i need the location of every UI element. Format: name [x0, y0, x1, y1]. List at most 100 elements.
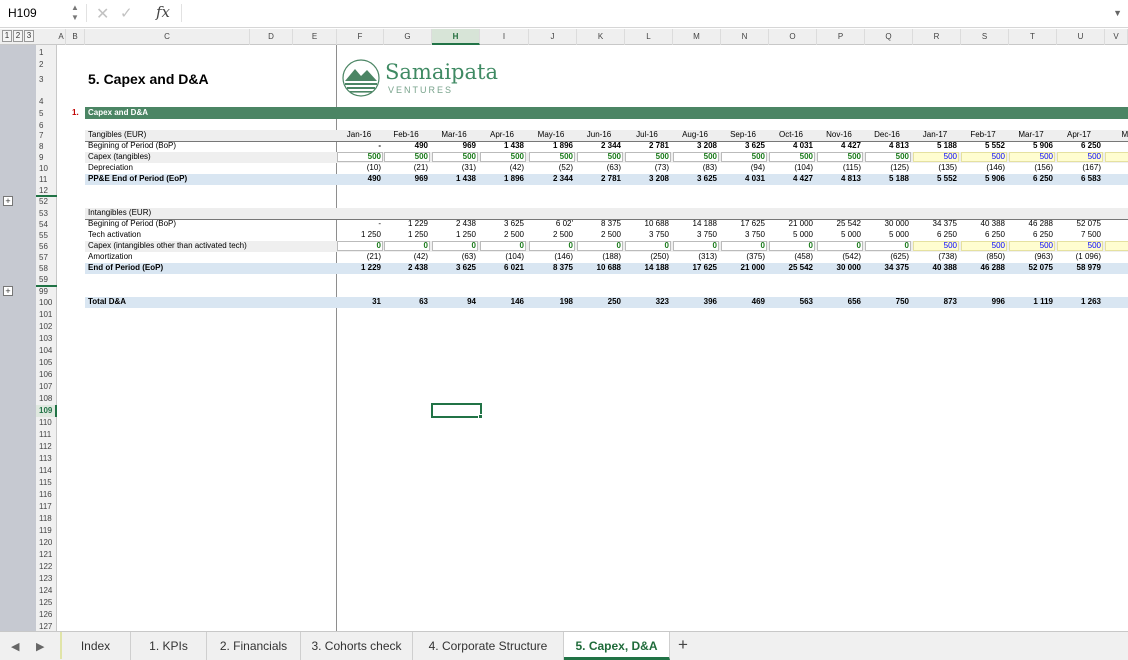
tangibles-value[interactable]: 3 625 [721, 141, 767, 150]
tangibles-value[interactable]: 2 781 [577, 174, 623, 183]
column-header-m[interactable]: M [673, 29, 721, 45]
intangibles-value[interactable]: 17 625 [673, 263, 719, 272]
tangibles-value[interactable]: 5 906 [1009, 141, 1055, 150]
intangibles-value[interactable]: 25 542 [817, 219, 863, 228]
tangibles-value[interactable]: (31) [432, 163, 478, 172]
tangibles-value[interactable]: (125) [865, 163, 911, 172]
intangibles-value[interactable]: 14 188 [625, 263, 671, 272]
intangibles-value[interactable]: 0 [480, 241, 526, 250]
total-value[interactable]: 63 [384, 297, 430, 306]
intangibles-value[interactable]: (313) [673, 252, 719, 261]
tangibles-value[interactable]: 500 [432, 152, 478, 161]
fill-handle[interactable] [478, 414, 483, 419]
intangibles-value[interactable]: 40 388 [913, 263, 959, 272]
tangibles-value[interactable]: 1 896 [529, 141, 575, 150]
tangibles-value[interactable]: 1 438 [432, 174, 478, 183]
row-header-4[interactable]: 4 [36, 96, 57, 108]
tangibles-value[interactable]: (10) [337, 163, 383, 172]
name-box-stepper-icon[interactable]: ▲ ▼ [70, 3, 80, 23]
intangibles-value[interactable]: (738) [913, 252, 959, 261]
column-header-s[interactable]: S [961, 29, 1009, 45]
tangibles-value[interactable]: 3 625 [673, 174, 719, 183]
tangibles-value[interactable]: (52) [529, 163, 575, 172]
tangibles-value[interactable]: (156) [1009, 163, 1055, 172]
tangibles-value[interactable]: 500 [721, 152, 767, 161]
intangibles-value[interactable]: 21 000 [721, 263, 767, 272]
sheet-tab-4[interactable]: 4. Corporate Structure [413, 632, 564, 660]
row-header-5[interactable]: 5 [36, 108, 57, 120]
tangibles-value[interactable]: 1 896 [480, 174, 526, 183]
column-header-c[interactable]: C [85, 29, 250, 45]
column-header-j[interactable]: J [529, 29, 577, 45]
column-header-r[interactable]: R [913, 29, 961, 45]
outline-level-3-button[interactable]: 3 [24, 30, 34, 42]
tangibles-value[interactable]: 6 [1105, 174, 1128, 183]
tangibles-value[interactable]: 4 031 [721, 174, 767, 183]
row-header-102[interactable]: 102 [36, 321, 57, 333]
tangibles-value[interactable]: (167) [1057, 163, 1103, 172]
enter-icon[interactable]: ✓ [120, 4, 133, 22]
sheet-tab-0[interactable]: Index [61, 632, 131, 660]
tangibles-value[interactable]: 969 [432, 141, 478, 150]
total-value[interactable]: 996 [961, 297, 1007, 306]
tangibles-value[interactable]: 500 [625, 152, 671, 161]
tangibles-value[interactable]: 490 [337, 174, 383, 183]
intangibles-value[interactable]: 1 229 [384, 219, 430, 228]
tangibles-value[interactable]: 500 [817, 152, 863, 161]
column-header-q[interactable]: Q [865, 29, 913, 45]
intangibles-value[interactable]: 500 [1009, 241, 1055, 250]
row-header-111[interactable]: 111 [36, 429, 57, 441]
intangibles-value[interactable]: 6 250 [961, 230, 1007, 239]
intangibles-value[interactable]: 46 288 [961, 263, 1007, 272]
tangibles-value[interactable]: 4 813 [817, 174, 863, 183]
intangibles-value[interactable]: (542) [817, 252, 863, 261]
column-header-e[interactable]: E [293, 29, 337, 45]
intangibles-value[interactable]: 40 388 [961, 219, 1007, 228]
intangibles-value[interactable]: (1 096) [1057, 252, 1103, 261]
tangibles-value[interactable]: 490 [384, 141, 430, 150]
tangibles-value[interactable]: (146) [961, 163, 1007, 172]
next-sheet-icon[interactable]: ▶ [36, 640, 44, 653]
tangibles-value[interactable]: 50 [1105, 152, 1128, 161]
row-header-125[interactable]: 125 [36, 597, 57, 609]
expand-group-icon[interactable]: + [3, 286, 13, 296]
intangibles-value[interactable]: (104) [480, 252, 526, 261]
intangibles-value[interactable]: 3 625 [432, 263, 478, 272]
total-value[interactable]: 94 [432, 297, 478, 306]
intangibles-value[interactable]: 0 [721, 241, 767, 250]
row-header-115[interactable]: 115 [36, 477, 57, 489]
row-header-126[interactable]: 126 [36, 609, 57, 621]
row-header-113[interactable]: 113 [36, 453, 57, 465]
intangibles-value[interactable]: 0 [384, 241, 430, 250]
total-value[interactable]: 656 [817, 297, 863, 306]
intangibles-value[interactable]: 34 375 [913, 219, 959, 228]
intangibles-value[interactable]: 25 542 [769, 263, 815, 272]
tangibles-value[interactable]: (104) [769, 163, 815, 172]
intangibles-value[interactable]: 30 000 [817, 263, 863, 272]
intangibles-value[interactable]: (42) [384, 252, 430, 261]
row-header-109[interactable]: 109 [36, 405, 57, 417]
total-value[interactable]: 1 [1105, 297, 1128, 306]
intangibles-value[interactable]: 2 500 [529, 230, 575, 239]
intangibles-value[interactable]: 6 021 [480, 263, 526, 272]
intangibles-value[interactable]: 10 688 [625, 219, 671, 228]
row-header-122[interactable]: 122 [36, 561, 57, 573]
column-header-t[interactable]: T [1009, 29, 1057, 45]
row-header-1[interactable]: 1 [36, 47, 57, 59]
intangibles-value[interactable]: 50 [1105, 241, 1128, 250]
intangibles-value[interactable]: 34 375 [865, 263, 911, 272]
tangibles-value[interactable]: (115) [817, 163, 863, 172]
tangibles-value[interactable]: 500 [1057, 152, 1103, 161]
tangibles-value[interactable]: 5 188 [913, 141, 959, 150]
intangibles-value[interactable]: 3 750 [625, 230, 671, 239]
intangibles-value[interactable]: 0 [817, 241, 863, 250]
row-header-121[interactable]: 121 [36, 549, 57, 561]
tangibles-value[interactable]: (63) [577, 163, 623, 172]
row-header-124[interactable]: 124 [36, 585, 57, 597]
column-header-k[interactable]: K [577, 29, 625, 45]
intangibles-value[interactable]: (1 [1105, 252, 1128, 261]
intangibles-value[interactable]: 0 [769, 241, 815, 250]
column-header-n[interactable]: N [721, 29, 769, 45]
intangibles-value[interactable]: 58 979 [1057, 263, 1103, 272]
intangibles-value[interactable]: 0 [673, 241, 719, 250]
